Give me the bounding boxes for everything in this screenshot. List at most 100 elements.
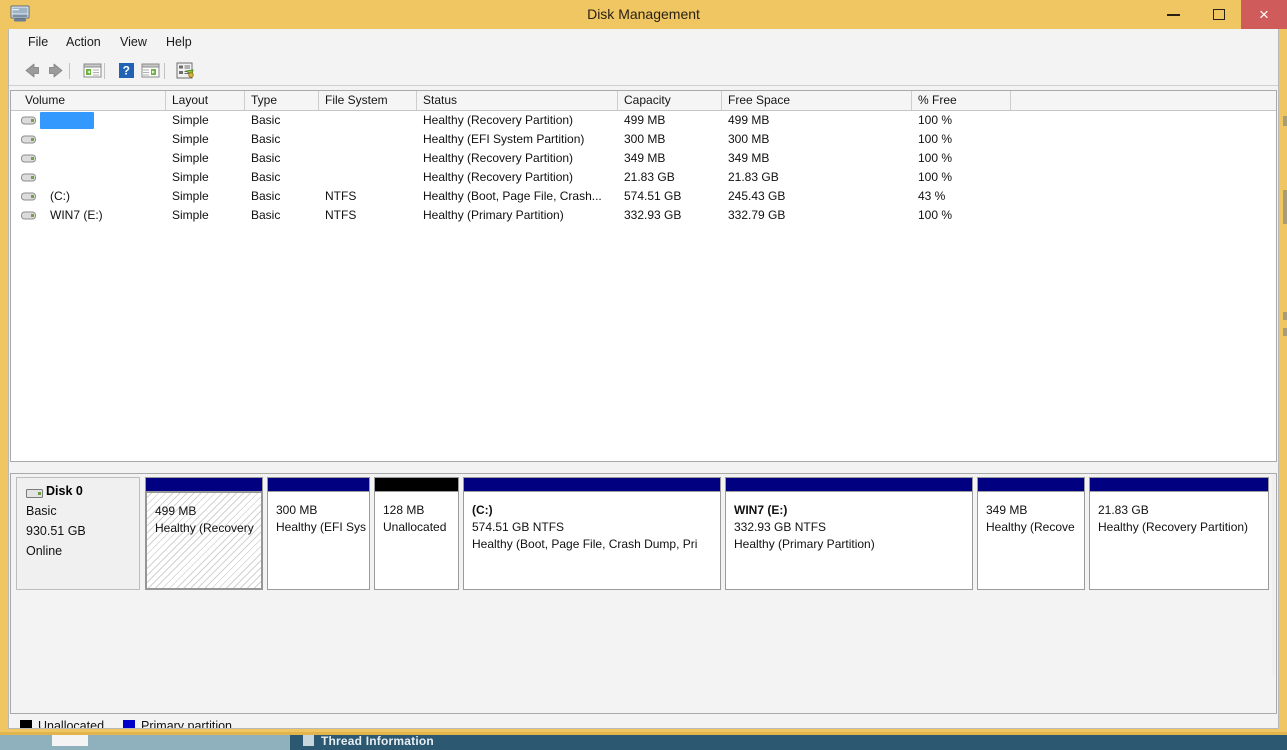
- disk-name: Disk 0: [46, 484, 83, 498]
- partition-body[interactable]: 499 MB Healthy (Recovery: [145, 491, 263, 590]
- partition-block[interactable]: 300 MB Healthy (EFI Sys: [267, 477, 370, 590]
- partition-status: Healthy (EFI Sys: [276, 520, 367, 534]
- menu-item-action[interactable]: Action: [61, 34, 106, 50]
- column-header-free-space[interactable]: Free Space: [722, 91, 912, 110]
- menu-item-help[interactable]: Help: [161, 34, 197, 50]
- forward-button[interactable]: [45, 60, 67, 81]
- partition-body[interactable]: 21.83 GB Healthy (Recovery Partition): [1089, 491, 1269, 590]
- table-row[interactable]: Simple Basic Healthy (Recovery Partition) 2…: [11, 168, 1276, 187]
- volume-list-header: Volume Layout Type File System Status Capacit…: [11, 91, 1276, 111]
- cell-layout: Simple: [172, 113, 209, 127]
- disk-type: Basic: [26, 504, 57, 518]
- title-bar[interactable]: Disk Management ×: [0, 0, 1287, 29]
- cell-type: Basic: [251, 132, 281, 146]
- cell-type: Basic: [251, 189, 281, 203]
- legend-item: Unallocated: [20, 719, 105, 729]
- cell-layout: Simple: [172, 170, 209, 184]
- minimize-icon: [1166, 13, 1180, 16]
- partition-body[interactable]: 349 MB Healthy (Recove: [977, 491, 1085, 590]
- cell-file-system: [325, 149, 417, 168]
- table-row[interactable]: (C:) Simple Basic NTFS Healthy (Boot, Page F…: [11, 187, 1276, 206]
- partition-bar-primary: [1089, 477, 1269, 491]
- partition-body[interactable]: 300 MB Healthy (EFI Sys: [267, 491, 370, 590]
- cell-file-system: [325, 168, 417, 187]
- cell-capacity: 21.83 GB: [624, 170, 675, 184]
- menu-item-file[interactable]: File: [23, 34, 53, 50]
- partition-block[interactable]: 499 MB Healthy (Recovery: [145, 477, 263, 590]
- back-button[interactable]: [21, 60, 43, 81]
- toolbar: ?: [9, 56, 1278, 86]
- show-hide-action-pane-button[interactable]: [139, 60, 161, 81]
- partition-block[interactable]: 21.83 GB Healthy (Recovery Partition): [1089, 477, 1269, 590]
- volume-drive-icon: [21, 173, 36, 182]
- column-header--free[interactable]: % Free: [912, 91, 1011, 110]
- partition-block[interactable]: 128 MB Unallocated: [374, 477, 459, 590]
- volume-drive-icon: [21, 135, 36, 144]
- cell-capacity: 332.93 GB: [624, 208, 682, 222]
- show-hide-console-tree-icon: [83, 63, 102, 78]
- partition-bar-primary: [977, 477, 1085, 491]
- cell-type: Basic: [251, 208, 281, 222]
- legend-swatch: [123, 720, 135, 728]
- toolbar-separator: [164, 63, 165, 79]
- table-row[interactable]: WIN7 (E:) Simple Basic NTFS Healthy (Primary…: [11, 206, 1276, 225]
- table-row[interactable]: Simple Basic Healthy (EFI System Partition…: [11, 130, 1276, 149]
- disk-pane-scrollbar[interactable]: [1272, 475, 1275, 675]
- volume-list-rows: Simple Basic Healthy (Recovery Partition) 4…: [11, 111, 1276, 225]
- pane-splitter[interactable]: [10, 463, 1277, 473]
- scroll-tick: [1283, 190, 1287, 224]
- partition-body[interactable]: (C:) 574.51 GB NTFS Healthy (Boot, Page Fi…: [463, 491, 721, 590]
- cell-free-space: 21.83 GB: [728, 170, 779, 184]
- menu-item-view[interactable]: View: [115, 34, 152, 50]
- cell-capacity: 499 MB: [624, 113, 666, 127]
- cell-volume: (C:): [50, 189, 70, 203]
- legend-label: Unallocated: [38, 719, 105, 729]
- background-window-square-icon: [303, 735, 314, 746]
- partition-block[interactable]: (C:) 574.51 GB NTFS Healthy (Boot, Page Fi…: [463, 477, 721, 590]
- cell-free-space: 499 MB: [728, 113, 770, 127]
- maximize-button[interactable]: [1196, 0, 1242, 29]
- frame-right-scroll-indicator[interactable]: [1282, 90, 1287, 450]
- partition-size: 332.93 GB NTFS: [734, 520, 827, 534]
- volume-drive-icon: [21, 192, 36, 201]
- table-row[interactable]: Simple Basic Healthy (Recovery Partition) 3…: [11, 149, 1276, 168]
- disk-management-window: Disk Management × File Action View Help: [0, 0, 1287, 735]
- help-button[interactable]: ?: [115, 60, 137, 81]
- cell-type: Basic: [251, 151, 281, 165]
- partition-block[interactable]: 349 MB Healthy (Recove: [977, 477, 1085, 590]
- rescan-disks-button[interactable]: [174, 60, 196, 81]
- cell-volume: [50, 130, 166, 149]
- scroll-tick: [1283, 116, 1287, 126]
- partition-body[interactable]: 128 MB Unallocated: [374, 491, 459, 590]
- show-hide-console-tree-button[interactable]: [81, 60, 103, 81]
- column-header-type[interactable]: Type: [245, 91, 319, 110]
- column-header-layout[interactable]: Layout: [166, 91, 245, 110]
- column-header-capacity[interactable]: Capacity: [618, 91, 722, 110]
- minimize-button[interactable]: [1150, 0, 1196, 29]
- partition-block[interactable]: WIN7 (E:) 332.93 GB NTFS Healthy (Primary …: [725, 477, 973, 590]
- partition-status: Healthy (Recovery: [155, 521, 254, 535]
- partition-size: 21.83 GB: [1098, 503, 1149, 517]
- column-header-file-system[interactable]: File System: [319, 91, 417, 110]
- legend-item: Primary partition: [123, 719, 232, 728]
- close-button[interactable]: ×: [1241, 0, 1287, 29]
- svg-text:?: ?: [123, 64, 130, 78]
- partition-size: 349 MB: [986, 503, 1028, 517]
- help-icon: ?: [119, 63, 134, 78]
- volume-drive-icon: [21, 116, 36, 125]
- cell-free-space: 349 MB: [728, 151, 770, 165]
- table-row[interactable]: Simple Basic Healthy (Recovery Partition) 4…: [11, 111, 1276, 130]
- column-header-volume[interactable]: Volume: [19, 91, 166, 110]
- column-header-status[interactable]: Status: [417, 91, 618, 110]
- cell-percent-free: 43 %: [918, 189, 946, 203]
- cell-volume: WIN7 (E:): [50, 208, 103, 222]
- window-title: Disk Management: [587, 6, 700, 22]
- cell-capacity: 574.51 GB: [624, 189, 682, 203]
- legend: Unallocated Primary partition: [10, 715, 1277, 729]
- cell-status: Healthy (Recovery Partition): [423, 151, 574, 165]
- cell-percent-free: 100 %: [918, 132, 953, 146]
- disk-info-box[interactable]: Disk 0 Basic 930.51 GB Online: [16, 477, 140, 590]
- cell-status: Healthy (EFI System Partition): [423, 132, 585, 146]
- partition-body[interactable]: WIN7 (E:) 332.93 GB NTFS Healthy (Primary …: [725, 491, 973, 590]
- column-header-blank[interactable]: [1011, 91, 1276, 110]
